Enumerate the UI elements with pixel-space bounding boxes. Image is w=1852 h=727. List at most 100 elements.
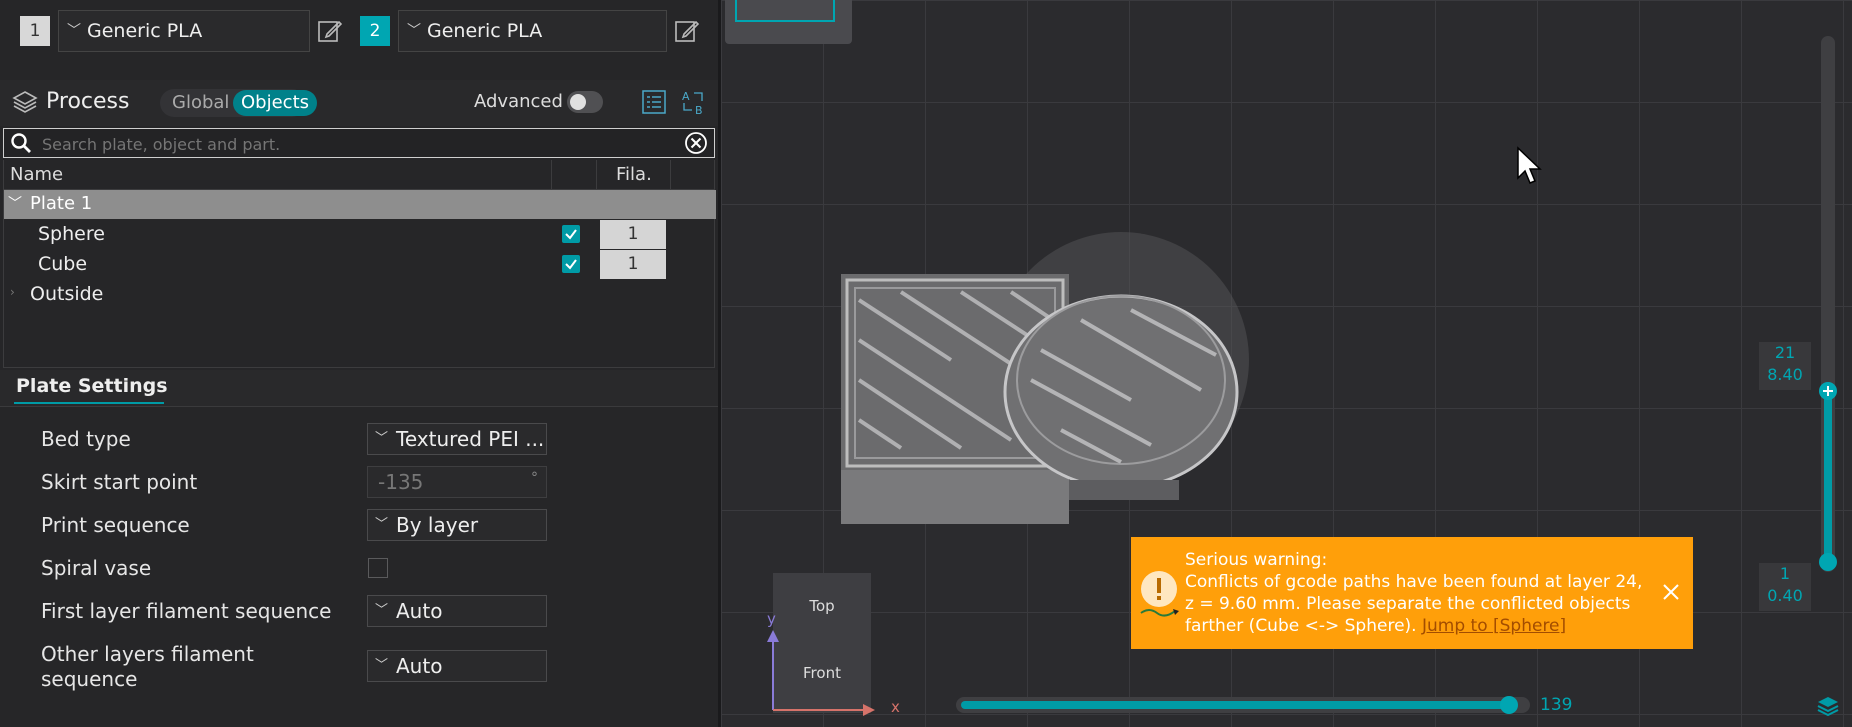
filament-1-edit-icon[interactable] <box>317 18 343 44</box>
filament-2-number: 2 <box>360 16 390 46</box>
plate-label: Plate 1 <box>30 193 93 214</box>
axis-y-label: y <box>767 610 776 628</box>
other-layers-seq-select[interactable]: ﹀ Auto <box>367 650 547 682</box>
sliced-model-preview <box>841 232 1249 524</box>
print-sequence-select[interactable]: ﹀ By layer <box>367 509 547 541</box>
degree-unit: ° <box>531 470 538 486</box>
first-layer-seq-value: Auto <box>396 599 443 623</box>
warning-line-3-row: farther (Cube <-> Sphere). Jump to [Sphe… <box>1185 615 1642 637</box>
close-icon[interactable] <box>1661 582 1681 602</box>
list-view-icon[interactable] <box>642 90 666 114</box>
tree-header <box>3 160 715 190</box>
layer-slider-fill <box>1824 390 1832 562</box>
other-layers-seq-label: Other layers filament sequence <box>41 642 254 691</box>
tree-row-plate[interactable] <box>4 190 716 219</box>
filament-1-select[interactable]: ﹀ Generic PLA <box>58 10 310 52</box>
move-slider-value: 139 <box>1540 695 1573 715</box>
plate-thumbnail-frame <box>735 0 835 22</box>
search-icon <box>11 133 31 153</box>
filament-2-name: Generic PLA <box>427 20 543 42</box>
print-sequence-label: Print sequence <box>41 513 190 537</box>
warning-line-3: farther (Cube <-> Sphere). <box>1185 616 1417 636</box>
warning-line-1: Conflicts of gcode paths have been found… <box>1185 572 1643 592</box>
cube-checkbox[interactable] <box>562 255 580 273</box>
tree-item-cube[interactable]: Cube <box>38 253 87 275</box>
sphere-sliced <box>1003 294 1239 490</box>
chevron-right-icon[interactable]: › <box>10 285 15 299</box>
cube-base-layers <box>841 470 1069 524</box>
column-name[interactable]: Name <box>10 164 63 185</box>
mouse-cursor-icon <box>1517 146 1542 184</box>
bed-type-select[interactable]: ﹀ Textured PEI ... <box>367 423 547 455</box>
layer-slider-bottom-thumb[interactable] <box>1819 553 1837 571</box>
skirt-start-input[interactable]: -135 ° <box>367 466 547 498</box>
cube-filament[interactable]: 1 <box>600 250 666 279</box>
layers-icon <box>12 91 38 113</box>
sphere-checkbox[interactable] <box>562 225 580 243</box>
warning-text: Serious warning: Conflicts of gcode path… <box>1185 549 1642 637</box>
warning-title: Serious warning: <box>1185 550 1328 570</box>
bed-type-value: Textured PEI ... <box>396 427 545 451</box>
skirt-start-label: Skirt start point <box>41 470 198 494</box>
first-layer-seq-select[interactable]: ﹀ Auto <box>367 595 547 627</box>
skirt-start-value: -135 <box>378 470 424 494</box>
tab-objects[interactable]: Objects <box>233 90 318 116</box>
layers-view-icon[interactable] <box>1816 694 1840 718</box>
warning-icon <box>1140 571 1179 617</box>
filament-2-select[interactable]: ﹀ Generic PLA <box>398 10 667 52</box>
advanced-toggle[interactable] <box>567 91 603 113</box>
axis-x-label: x <box>891 698 900 716</box>
column-divider <box>670 160 671 190</box>
chevron-down-icon: ﹀ <box>375 431 389 446</box>
chevron-down-icon[interactable]: ﹀ <box>8 193 22 213</box>
compare-ab-icon[interactable]: A B <box>680 88 708 116</box>
sphere-filament[interactable]: 1 <box>600 220 666 249</box>
other-layers-seq-value: Auto <box>396 654 443 678</box>
clear-search-icon[interactable] <box>684 131 708 155</box>
tree-item-outside[interactable]: Outside <box>30 283 103 305</box>
layer-slider-top-thumb[interactable] <box>1819 382 1837 400</box>
plate-settings-underline <box>14 402 164 404</box>
move-slider-fill <box>961 701 1506 709</box>
chevron-down-icon: ﹀ <box>375 658 389 673</box>
bed-type-label: Bed type <box>41 427 131 451</box>
layer-top-height: 8.40 <box>1767 365 1803 384</box>
filament-2-edit-icon[interactable] <box>674 18 700 44</box>
filament-1-number: 1 <box>20 16 50 46</box>
move-slider-thumb[interactable] <box>1500 696 1518 714</box>
print-sequence-value: By layer <box>396 513 479 537</box>
column-filament[interactable]: Fila. <box>616 164 652 185</box>
svg-text:A: A <box>682 90 690 103</box>
spiral-vase-label: Spiral vase <box>41 556 152 580</box>
first-layer-seq-label: First layer filament sequence <box>41 599 332 623</box>
serious-warning-notification: Serious warning: Conflicts of gcode path… <box>1131 537 1693 649</box>
left-panel: 1 ﹀ Generic PLA 2 ﹀ Generic PLA Process … <box>0 0 718 727</box>
advanced-label: Advanced <box>474 91 563 112</box>
layer-bottom-number: 1 <box>1779 564 1791 583</box>
layer-bottom-height: 0.40 <box>1767 586 1803 605</box>
sphere-base <box>1069 480 1179 500</box>
plate-settings-title: Plate Settings <box>16 375 168 397</box>
column-divider <box>596 160 597 190</box>
layer-top-number: 21 <box>1774 343 1796 362</box>
toggle-knob <box>570 94 586 110</box>
chevron-down-icon: ﹀ <box>407 23 421 39</box>
tree-item-sphere[interactable]: Sphere <box>38 223 105 245</box>
filament-1-name: Generic PLA <box>87 20 203 42</box>
axis-gizmo <box>767 630 875 716</box>
svg-text:B: B <box>695 104 703 116</box>
chevron-down-icon: ﹀ <box>67 23 81 39</box>
tab-global[interactable]: Global <box>172 92 229 113</box>
3d-viewport[interactable]: Top Front y x Serious warning: Conflicts… <box>721 0 1852 727</box>
spiral-vase-checkbox[interactable] <box>368 558 388 578</box>
warning-line-2: z = 9.60 mm. Please separate the conflic… <box>1185 594 1631 614</box>
process-title: Process <box>46 89 130 114</box>
jump-to-sphere-link[interactable]: Jump to [Sphere] <box>1422 616 1566 636</box>
chevron-down-icon: ﹀ <box>375 603 389 618</box>
chevron-down-icon: ﹀ <box>375 517 389 532</box>
layer-top-readout: 21 8.40 <box>1759 342 1811 390</box>
search-input[interactable] <box>40 131 674 157</box>
plate-thumbnail[interactable] <box>725 0 852 44</box>
column-divider <box>551 160 552 190</box>
layer-bottom-readout: 1 0.40 <box>1759 563 1811 611</box>
